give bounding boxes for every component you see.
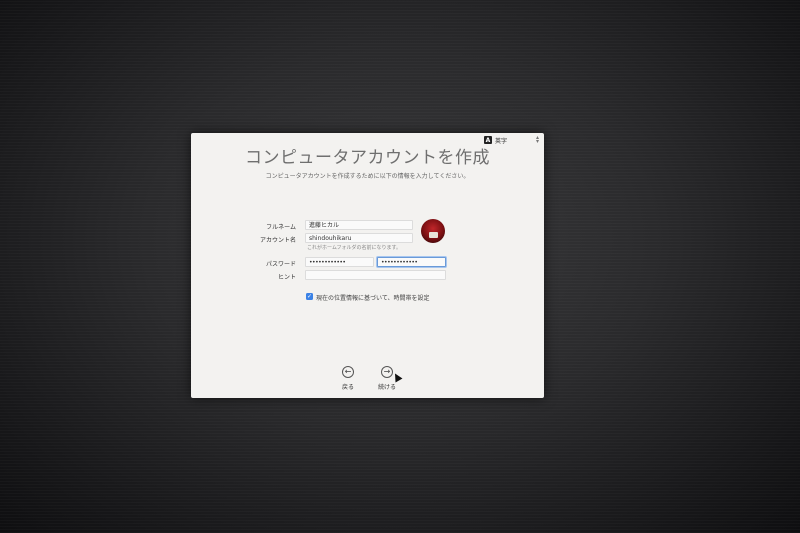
- page-subtitle: コンピュータアカウントを作成するために以下の情報を入力してください。: [265, 173, 470, 180]
- arrow-left-icon: ←: [344, 367, 352, 376]
- user-avatar[interactable]: [421, 219, 445, 243]
- back-button[interactable]: ←: [342, 366, 354, 378]
- checkmark-icon: ✓: [306, 293, 313, 300]
- account-name-hint: これがホームフォルダの名前になります。: [307, 245, 402, 251]
- page-title: コンピュータアカウントを作成: [245, 148, 490, 168]
- account-name-label: アカウント名: [259, 237, 296, 244]
- password-field[interactable]: ••••••••••••: [305, 257, 374, 267]
- arrow-right-icon: →: [383, 367, 391, 376]
- full-name-label: フルネーム: [266, 224, 296, 231]
- account-name-field[interactable]: shindouhikaru: [305, 233, 413, 243]
- continue-label[interactable]: 続ける: [372, 382, 402, 391]
- back-label[interactable]: 戻る: [333, 382, 363, 391]
- location-timezone-checkbox[interactable]: ✓: [306, 293, 313, 300]
- verify-password-field[interactable]: ••••••••••••: [377, 257, 446, 267]
- hint-field[interactable]: [305, 270, 446, 280]
- password-label: パスワード: [265, 261, 296, 268]
- hint-label: ヒント: [277, 274, 296, 281]
- location-timezone-label: 現在の位置情報に基づいて、時間帯を設定: [316, 295, 430, 302]
- full-name-field[interactable]: 進藤ヒカル: [305, 220, 413, 230]
- avatar-emblem: [429, 232, 438, 238]
